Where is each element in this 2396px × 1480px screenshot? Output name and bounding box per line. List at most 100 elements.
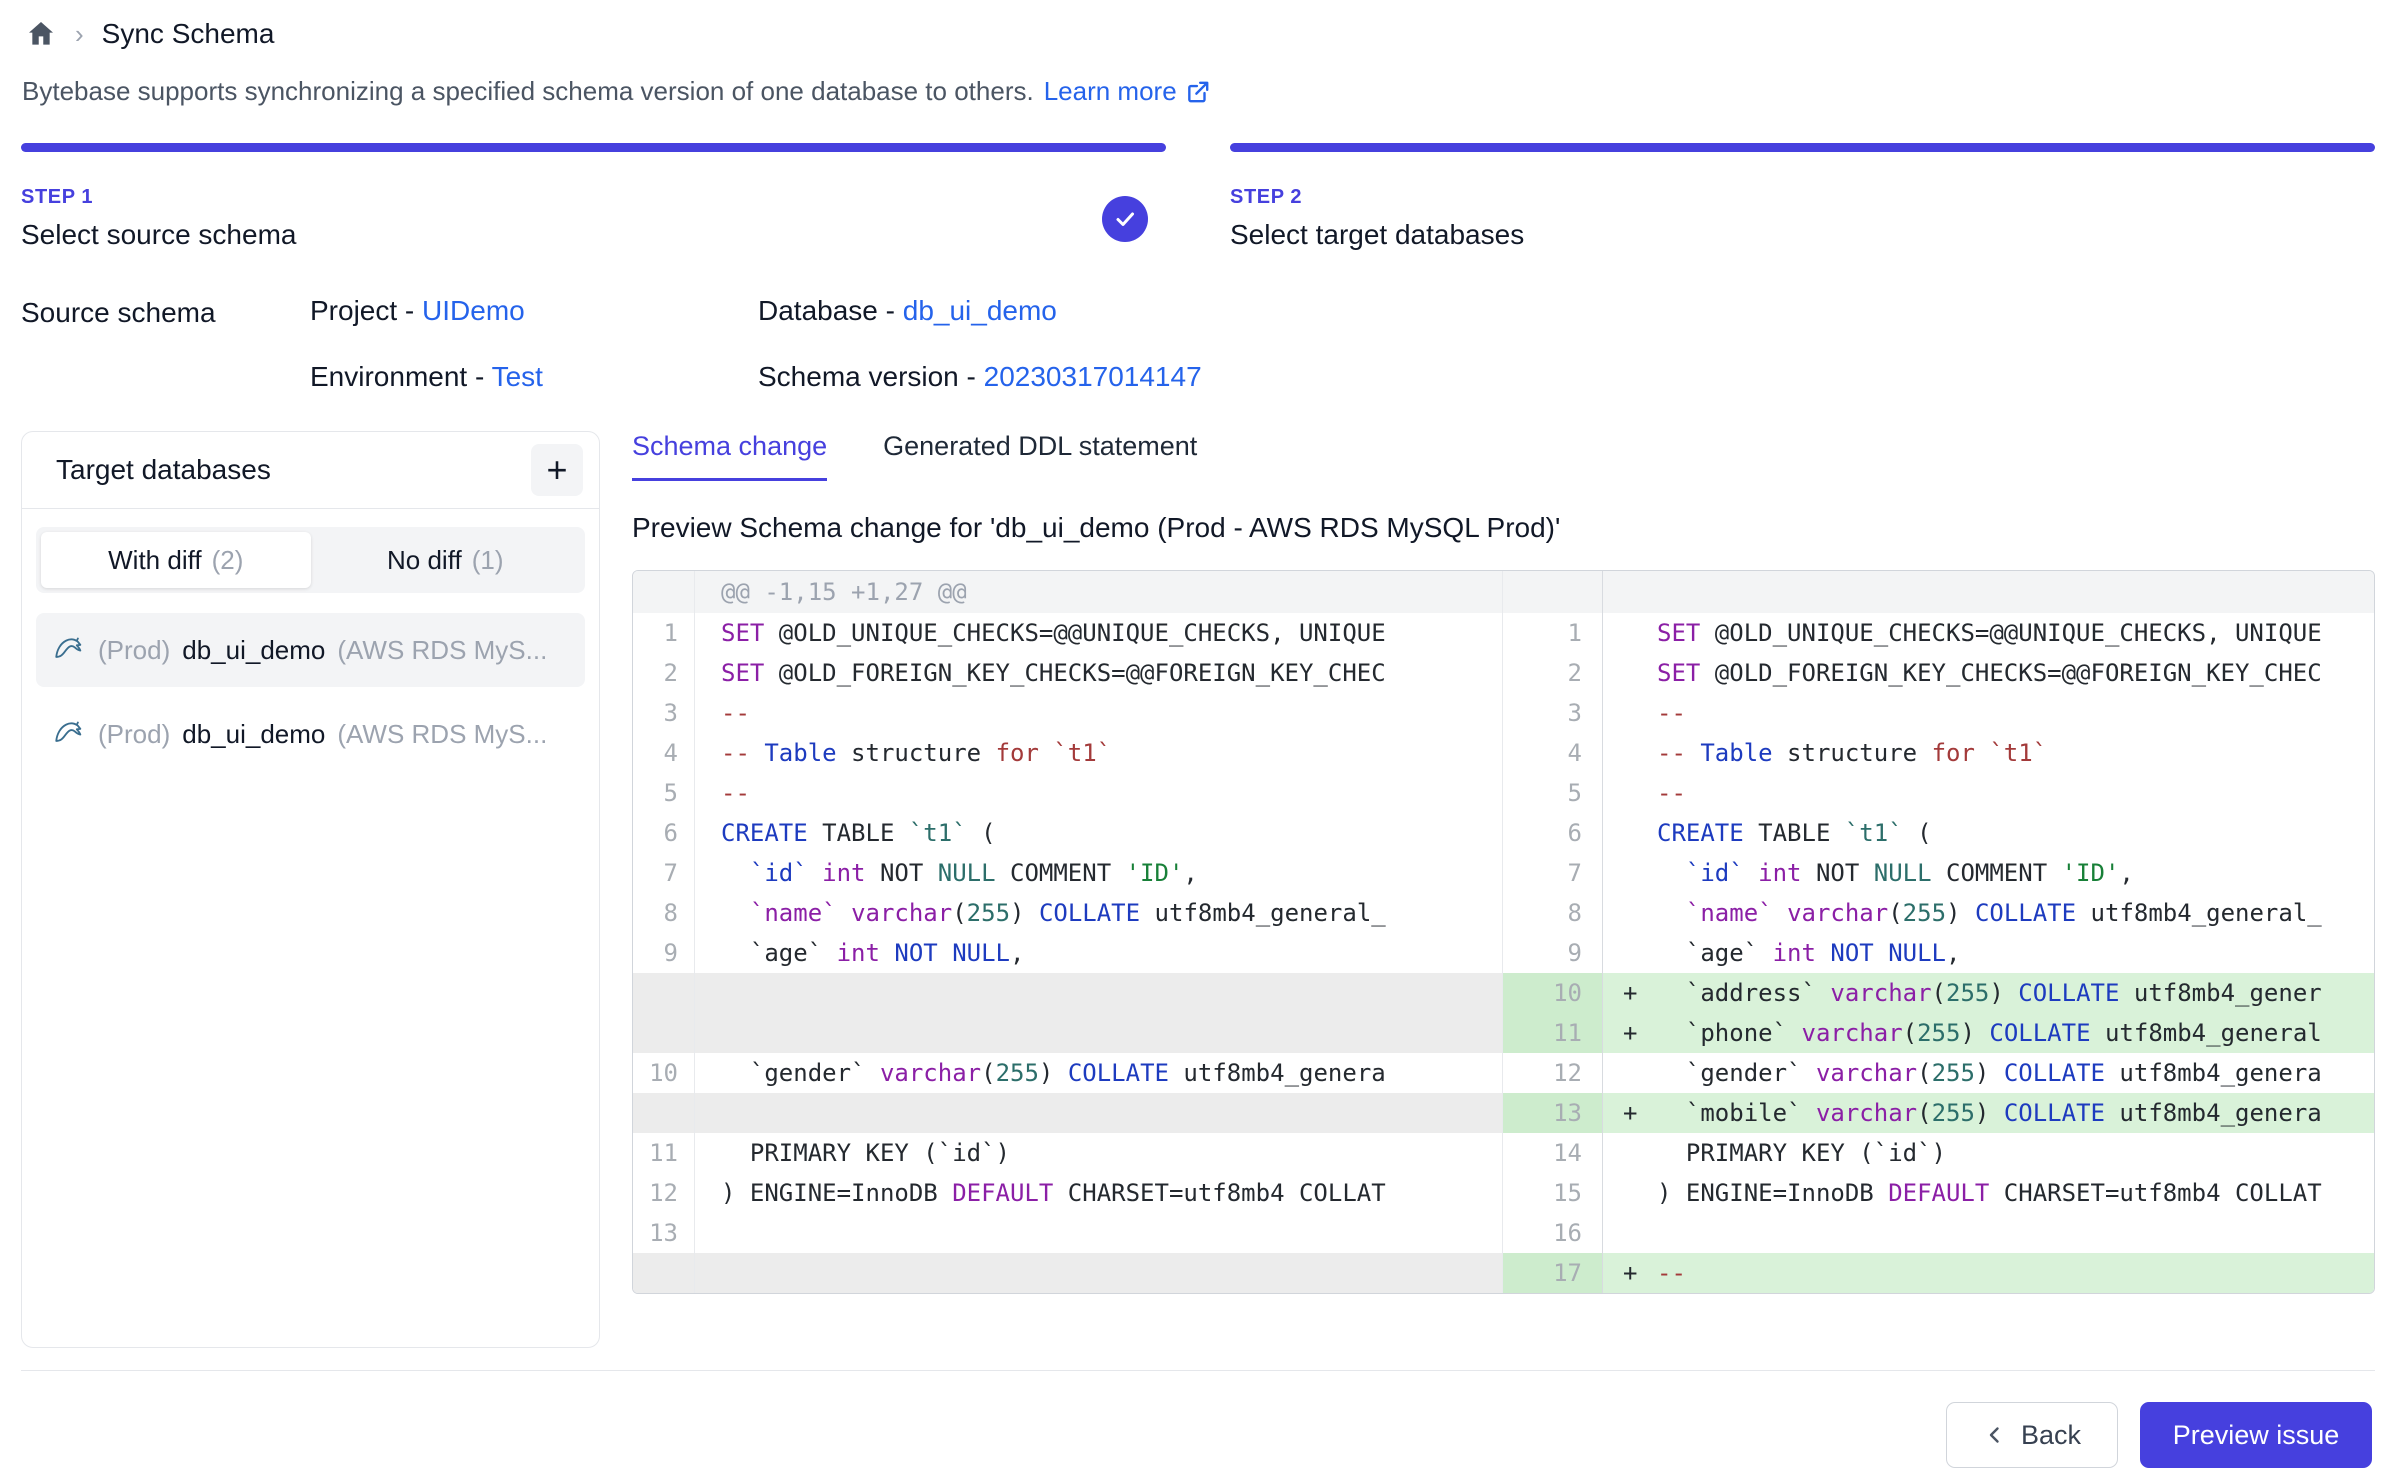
- diff-new-code: + `phone` varchar(255) COLLATE utf8mb4_g…: [1603, 1013, 2374, 1053]
- preview-issue-label: Preview issue: [2173, 1420, 2340, 1451]
- preview-title: Preview Schema change for 'db_ui_demo (P…: [632, 512, 2375, 544]
- diff-old-code: CREATE TABLE `t1` (: [695, 813, 1503, 853]
- source-field-value-link[interactable]: db_ui_demo: [903, 295, 1057, 326]
- diff-new-code: --: [1603, 693, 2374, 733]
- diff-old-line-number: 5: [633, 773, 695, 813]
- page-title: Sync Schema: [102, 18, 275, 50]
- tab-no-diff[interactable]: No diff(1): [311, 532, 581, 588]
- diff-old-line-number: 2: [633, 653, 695, 693]
- source-field-label: Database -: [758, 295, 903, 326]
- diff-new-line-number: 4: [1503, 733, 1603, 773]
- diff-new-line-number: 16: [1503, 1213, 1603, 1253]
- diff-new-line-number: 12: [1503, 1053, 1603, 1093]
- diff-row: 1SET @OLD_UNIQUE_CHECKS=@@UNIQUE_CHECKS,…: [633, 613, 2374, 653]
- tab-generated-ddl-statement[interactable]: Generated DDL statement: [883, 431, 1197, 481]
- step-1: STEP 1Select source schema: [21, 143, 1166, 251]
- diff-row: 11+ `phone` varchar(255) COLLATE utf8mb4…: [633, 1013, 2374, 1053]
- diff-new-line-number: 10: [1503, 973, 1603, 1013]
- diff-old-line-number: 6: [633, 813, 695, 853]
- diff-new-line-number: 3: [1503, 693, 1603, 733]
- chevron-left-icon: [1983, 1423, 2007, 1447]
- diff-new-code: CREATE TABLE `t1` (: [1603, 813, 2374, 853]
- step-completed-check-icon: [1102, 196, 1148, 242]
- database-name: db_ui_demo: [182, 635, 325, 666]
- diff-new-code: `age` int NOT NULL,: [1603, 933, 2374, 973]
- source-field-value-link[interactable]: Test: [492, 361, 543, 392]
- diff-added-marker: +: [1623, 973, 1657, 1013]
- preview-issue-button[interactable]: Preview issue: [2140, 1402, 2372, 1468]
- diff-old-code: `age` int NOT NULL,: [695, 933, 1503, 973]
- footer-divider: [21, 1370, 2375, 1371]
- footer-actions: Back Preview issue: [1946, 1402, 2372, 1468]
- diff-old-code: `name` varchar(255) COLLATE utf8mb4_gene…: [695, 893, 1503, 933]
- diff-row: 6CREATE TABLE `t1` (6CREATE TABLE `t1` (: [633, 813, 2374, 853]
- steps: STEP 1Select source schema STEP 2 Select t…: [21, 143, 2375, 251]
- diff-old-code: SET @OLD_FOREIGN_KEY_CHECKS=@@FOREIGN_KE…: [695, 653, 1503, 693]
- diff-row: 4-- Table structure for `t1`4-- Table st…: [633, 733, 2374, 773]
- diff-hunk-header: @@ -1,15 +1,27 @@: [695, 571, 1503, 613]
- source-field-value-link[interactable]: 20230317014147: [984, 361, 1202, 392]
- diff-row: 9 `age` int NOT NULL,9 `age` int NOT NUL…: [633, 933, 2374, 973]
- source-field: Environment - Test: [310, 361, 648, 393]
- plus-icon: +: [546, 452, 567, 488]
- tab-count: (2): [212, 545, 244, 576]
- target-database-item[interactable]: (Prod)db_ui_demo(AWS RDS MyS...: [36, 613, 585, 687]
- diff-old-line-number: 4: [633, 733, 695, 773]
- step-2: STEP 2 Select target databases: [1230, 143, 2375, 251]
- add-target-database-button[interactable]: +: [531, 444, 583, 496]
- diff-old-line-number: 3: [633, 693, 695, 733]
- diff-row: 7 `id` int NOT NULL COMMENT 'ID',7 `id` …: [633, 853, 2374, 893]
- diff-new-line-number: 11: [1503, 1013, 1603, 1053]
- breadcrumb: › Sync Schema: [21, 18, 2375, 50]
- target-database-list: (Prod)db_ui_demo(AWS RDS MyS... (Prod)db_…: [22, 613, 599, 771]
- diff-new-code: SET @OLD_FOREIGN_KEY_CHECKS=@@FOREIGN_KE…: [1603, 653, 2374, 693]
- diff-old-line-number: [633, 1013, 695, 1053]
- chevron-right-icon: ›: [75, 19, 84, 50]
- diff-new-code: --: [1603, 773, 2374, 813]
- diff-added-marker: +: [1623, 1253, 1657, 1293]
- tab-schema-change[interactable]: Schema change: [632, 431, 827, 481]
- diff-old-code: ) ENGINE=InnoDB DEFAULT CHARSET=utf8mb4 …: [695, 1173, 1503, 1213]
- step-kicker: STEP 2: [1230, 186, 1524, 209]
- diff-new-code: + `address` varchar(255) COLLATE utf8mb4…: [1603, 973, 2374, 1013]
- learn-more-link[interactable]: Learn more: [1044, 76, 1211, 107]
- diff-old-line-number: 9: [633, 933, 695, 973]
- diff-new-line-number: 14: [1503, 1133, 1603, 1173]
- diff-new-code: +--: [1603, 1253, 2374, 1293]
- diff-new-line-number: 5: [1503, 773, 1603, 813]
- source-field-value-link[interactable]: UIDemo: [422, 295, 525, 326]
- home-icon[interactable]: [25, 18, 57, 50]
- diff-old-line-number: [633, 973, 695, 1013]
- diff-row: 5--5--: [633, 773, 2374, 813]
- diff-old-code: SET @OLD_UNIQUE_CHECKS=@@UNIQUE_CHECKS, …: [695, 613, 1503, 653]
- tab-label: No diff: [387, 545, 462, 576]
- source-schema-section: Source schema Project - UIDemoDatabase -…: [21, 295, 2375, 393]
- diff-new-line-number: 17: [1503, 1253, 1603, 1293]
- tab-label: With diff: [108, 545, 201, 576]
- tab-with-diff[interactable]: With diff (2): [41, 532, 311, 588]
- database-name: db_ui_demo: [182, 719, 325, 750]
- diff-row: 1316: [633, 1213, 2374, 1253]
- page-description: Bytebase supports synchronizing a specif…: [21, 76, 2375, 107]
- diff-filter-tabs: With diff (2) No diff(1): [36, 527, 585, 593]
- target-databases-title: Target databases: [56, 454, 271, 486]
- source-field-label: Schema version -: [758, 361, 984, 392]
- diff-new-line-number: 13: [1503, 1093, 1603, 1133]
- back-button[interactable]: Back: [1946, 1402, 2118, 1468]
- source-field: Project - UIDemo: [310, 295, 648, 327]
- schema-diff-view: @@ -1,15 +1,27 @@1SET @OLD_UNIQUE_CHECKS…: [632, 570, 2375, 1294]
- mysql-icon: [52, 630, 86, 671]
- diff-new-line-number: 2: [1503, 653, 1603, 693]
- diff-new-line-number: 7: [1503, 853, 1603, 893]
- diff-old-code: [695, 1093, 1503, 1133]
- diff-new-line-number: 1: [1503, 613, 1603, 653]
- target-database-item[interactable]: (Prod)db_ui_demo(AWS RDS MyS...: [36, 697, 585, 771]
- diff-new-code: PRIMARY KEY (`id`): [1603, 1133, 2374, 1173]
- diff-old-code: --: [695, 773, 1503, 813]
- preview-tabs: Schema change Generated DDL statement: [632, 431, 2375, 482]
- diff-old-line-number: 1: [633, 613, 695, 653]
- step-label: Select target databases: [1230, 219, 1524, 251]
- schema-preview-area: Schema change Generated DDL statement Pre…: [632, 431, 2375, 1294]
- step-progress-bar: [21, 143, 1166, 152]
- diff-new-code: `id` int NOT NULL COMMENT 'ID',: [1603, 853, 2374, 893]
